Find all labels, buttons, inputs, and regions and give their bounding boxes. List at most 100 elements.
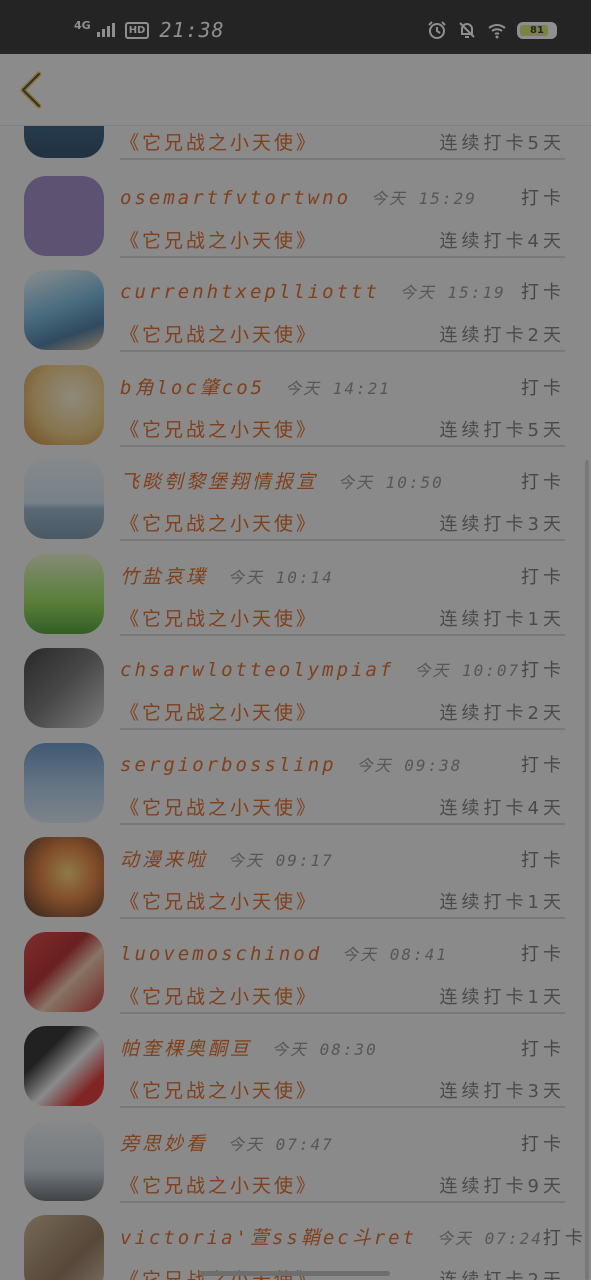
checkin-label: 打卡 <box>521 567 565 588</box>
post-time: 今天 15:29 <box>371 189 477 208</box>
streak-count: 连续打卡3天 <box>439 1081 565 1102</box>
avatar[interactable] <box>24 932 104 1012</box>
book-title[interactable]: 《它兄战之小天使》 <box>120 415 318 442</box>
username[interactable]: 飞睒刳黎堡翔情报宣 <box>120 467 318 494</box>
checkin-label: 打卡 <box>521 1134 565 1155</box>
list-item[interactable]: 飞睒刳黎堡翔情报宣 今天 10:50 打卡 《它兄战之小天使》 连续打卡3天 <box>0 459 591 554</box>
checkin-label: 打卡 <box>521 1039 565 1060</box>
book-title[interactable]: 《它兄战之小天使》 <box>120 320 318 347</box>
battery-level: 81 <box>530 24 544 36</box>
avatar[interactable] <box>24 1215 104 1280</box>
post-time: 今天 10:14 <box>228 568 334 587</box>
book-title[interactable]: 《它兄战之小天使》 <box>120 1171 318 1198</box>
book-title[interactable]: 《它兄战之小天使》 <box>120 128 318 155</box>
streak-count: 连续打卡4天 <box>439 231 565 252</box>
username[interactable]: sergiorbosslinp <box>120 754 337 776</box>
book-title[interactable]: 《它兄战之小天使》 <box>120 509 318 536</box>
post-time: 今天 10:07 <box>414 661 521 680</box>
streak-count: 连续打卡9天 <box>439 1176 565 1197</box>
home-indicator[interactable] <box>200 1271 390 1276</box>
mute-bell-icon <box>459 22 475 38</box>
username[interactable]: 竹盐哀璞 <box>120 562 208 589</box>
avatar[interactable] <box>24 365 104 445</box>
list-item[interactable]: b角loc肇co5 今天 14:21 打卡 《它兄战之小天使》 连续打卡5天 <box>0 365 591 460</box>
post-time: 今天 14:21 <box>285 379 391 398</box>
avatar[interactable] <box>24 176 104 256</box>
post-time: 今天 07:47 <box>228 1135 334 1154</box>
list-item[interactable]: 动漫来啦 今天 09:17 打卡 《它兄战之小天使》 连续打卡1天 <box>0 837 591 932</box>
checkin-label: 打卡 <box>521 850 565 871</box>
signal-icon <box>96 23 115 37</box>
alarm-icon <box>428 21 446 39</box>
list-item[interactable]: sergiorbosslinp 今天 09:38 打卡 《它兄战之小天使》 连续打卡4… <box>0 743 591 838</box>
checkin-label: 打卡 <box>521 472 565 493</box>
list-item[interactable]: 旁思妙看 今天 07:47 打卡 《它兄战之小天使》 连续打卡9天 <box>0 1121 591 1216</box>
username[interactable]: currenhtxeplliottt <box>120 281 380 303</box>
post-time: 今天 08:41 <box>342 945 448 964</box>
battery-icon: 81 <box>517 21 557 39</box>
avatar[interactable] <box>24 554 104 634</box>
wifi-icon <box>488 24 506 39</box>
avatar[interactable] <box>24 459 104 539</box>
book-title[interactable]: 《它兄战之小天使》 <box>120 887 318 914</box>
avatar[interactable] <box>24 648 104 728</box>
network-type: 4G <box>74 18 91 32</box>
hd-badge: HD <box>124 21 150 39</box>
checkin-label: 打卡 <box>521 755 565 776</box>
username[interactable]: osemartfvtortwno <box>120 187 351 209</box>
avatar[interactable] <box>24 270 104 350</box>
page: 《它兄战之小天使》 连续打卡5天 osemartfvtortwno 今天 15:2… <box>0 0 591 1280</box>
streak-count: 连续打卡4天 <box>439 798 565 819</box>
streak-count: 连续打卡1天 <box>439 892 565 913</box>
streak-count: 连续打卡2天 <box>440 1266 565 1280</box>
checkin-label: 打卡 <box>542 1228 587 1249</box>
streak-count: 连续打卡5天 <box>439 133 565 154</box>
chevron-left-icon <box>20 71 42 109</box>
avatar[interactable] <box>24 837 104 917</box>
avatar[interactable] <box>24 1026 104 1106</box>
post-time: 今天 09:38 <box>356 756 463 775</box>
list-item[interactable]: osemartfvtortwno 今天 15:29 打卡 《它兄战之小天使》 连续打卡… <box>0 176 591 271</box>
back-button[interactable] <box>12 68 52 112</box>
post-time: 今天 08:30 <box>272 1040 378 1059</box>
post-time: 今天 15:19 <box>399 283 506 302</box>
avatar[interactable] <box>24 743 104 823</box>
book-title[interactable]: 《它兄战之小天使》 <box>120 226 318 253</box>
avatar[interactable] <box>24 1121 104 1201</box>
username[interactable]: 动漫来啦 <box>120 845 208 872</box>
streak-count: 连续打卡3天 <box>439 514 565 535</box>
username[interactable]: 帕奎棵奥酮亘 <box>120 1034 252 1061</box>
checkin-label: 打卡 <box>521 188 565 209</box>
book-title[interactable]: 《它兄战之小天使》 <box>120 1076 318 1103</box>
list-item[interactable]: 帕奎棵奥酮亘 今天 08:30 打卡 《它兄战之小天使》 连续打卡3天 <box>0 1026 591 1121</box>
book-title[interactable]: 《它兄战之小天使》 <box>120 698 318 725</box>
book-title[interactable]: 《它兄战之小天使》 <box>120 793 318 820</box>
scrollbar[interactable] <box>585 460 589 1280</box>
post-time: 今天 07:24 <box>437 1229 543 1248</box>
streak-count: 连续打卡1天 <box>439 987 565 1008</box>
list-item[interactable]: luovemoschinod 今天 08:41 打卡 《它兄战之小天使》 连续打卡1天 <box>0 932 591 1027</box>
checkin-label: 打卡 <box>521 944 565 965</box>
username[interactable]: 旁思妙看 <box>120 1129 208 1156</box>
checkin-label: 打卡 <box>521 378 565 399</box>
list-item[interactable]: chsarwlotteolympiaf 今天 10:07 打卡 《它兄战之小天使》 连… <box>0 648 591 743</box>
status-bar: 4G HD 21:38 81 <box>0 0 591 54</box>
username[interactable]: chsarwlotteolympiaf <box>120 659 394 681</box>
post-time: 今天 10:50 <box>338 473 444 492</box>
checkin-label: 打卡 <box>521 660 565 681</box>
streak-count: 连续打卡1天 <box>439 609 565 630</box>
nav-bar <box>0 54 591 126</box>
book-title[interactable]: 《它兄战之小天使》 <box>120 982 318 1009</box>
list-item[interactable]: 竹盐哀璞 今天 10:14 打卡 《它兄战之小天使》 连续打卡1天 <box>0 554 591 649</box>
streak-count: 连续打卡5天 <box>439 420 565 441</box>
clock: 21:38 <box>159 18 225 42</box>
book-title[interactable]: 《它兄战之小天使》 <box>120 604 318 631</box>
list-item[interactable]: currenhtxeplliottt 今天 15:19 打卡 《它兄战之小天使》 连续… <box>0 270 591 365</box>
list-item-detail: 《它兄战之小天使》 连续打卡5天 <box>120 128 565 160</box>
streak-count: 连续打卡2天 <box>439 325 565 346</box>
username[interactable]: b角loc肇co5 <box>120 373 265 400</box>
username[interactable]: luovemoschinod <box>120 943 322 965</box>
streak-count: 连续打卡2天 <box>439 703 565 724</box>
username[interactable]: victoria'萱ss鞘ec斗ret <box>120 1223 417 1250</box>
post-time: 今天 09:17 <box>228 851 334 870</box>
